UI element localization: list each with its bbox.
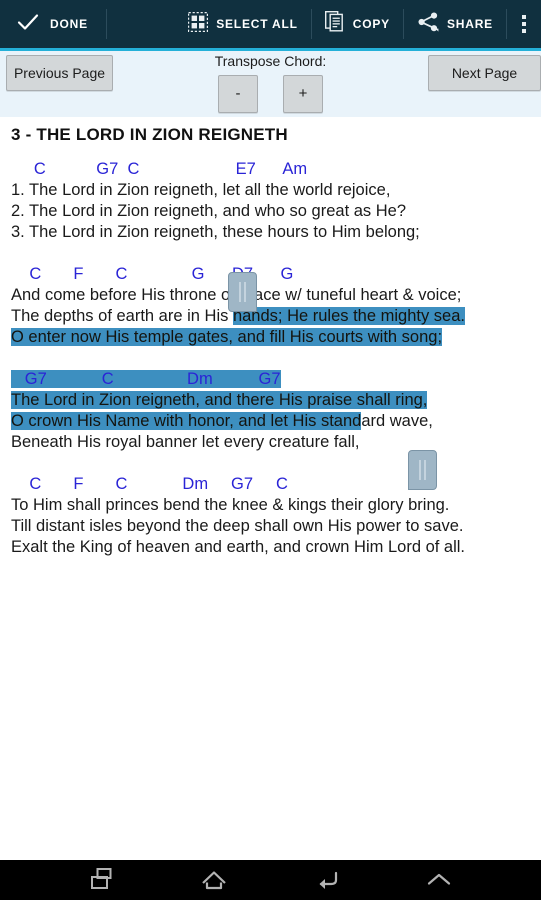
selected-text: G7 C Dm G7 xyxy=(11,370,281,388)
lyric-line[interactable]: 3. The Lord in Zion reigneth, these hour… xyxy=(0,222,541,243)
action-bar-divider xyxy=(105,9,107,39)
transpose-toolbar: Previous Page Transpose Chord: - + Next … xyxy=(0,51,541,117)
song-block: C F C Dm G7 C To Him shall princes bend t… xyxy=(0,474,541,558)
transpose-up-button[interactable]: + xyxy=(283,75,323,113)
copy-icon xyxy=(324,10,345,37)
page-title: 3 - THE LORD IN ZION REIGNETH xyxy=(11,125,288,144)
chord-line[interactable]: C F C G D7 G xyxy=(0,264,541,285)
overflow-menu-icon[interactable] xyxy=(507,0,541,48)
lyric-line[interactable]: 2. The Lord in Zion reigneth, and who so… xyxy=(0,201,541,222)
text: To Him shall princes bend the knee & kin… xyxy=(11,496,450,514)
text: 2. The Lord in Zion reigneth, and who so… xyxy=(11,202,407,220)
chord-line[interactable]: G7 C Dm G7 xyxy=(0,369,541,390)
share-button[interactable]: SHARE xyxy=(404,0,506,48)
lyric-line[interactable]: To Him shall princes bend the knee & kin… xyxy=(0,495,541,516)
recent-apps-icon[interactable] xyxy=(73,860,131,900)
home-icon[interactable] xyxy=(185,860,243,900)
select-all-label: SELECT ALL xyxy=(216,17,298,31)
song-block: G7 C Dm G7 The Lord in Zion reigneth, and… xyxy=(0,369,541,453)
share-label: SHARE xyxy=(446,17,493,31)
lyric-line[interactable]: Till distant isles beyond the deep shall… xyxy=(0,516,541,537)
done-label: DONE xyxy=(50,17,88,31)
copy-button[interactable]: COPY xyxy=(312,0,403,48)
song-block: C G7 C E7 Am 1. The Lord in Zion reigneth… xyxy=(0,159,541,243)
text: Exalt the King of heaven and earth, and … xyxy=(11,538,466,556)
text: The depths of earth are in His xyxy=(11,307,233,325)
text: C G7 C E7 Am xyxy=(11,160,308,178)
lyric-line[interactable]: And come before His throne of grace w/ t… xyxy=(0,285,541,306)
app-screen: DONE SELECT ALL COPY SHARE Previous Page… xyxy=(0,0,541,900)
handle-grip-icon xyxy=(238,282,247,302)
done-button[interactable]: DONE xyxy=(0,0,106,48)
text: C F C Dm G7 C xyxy=(11,475,288,493)
handle-grip-icon xyxy=(418,460,427,480)
overflow-dot xyxy=(522,22,526,26)
text: 1. The Lord in Zion reigneth, let all th… xyxy=(11,181,391,199)
selected-text: hands; He rules the mighty sea. xyxy=(232,307,465,325)
chord-line[interactable]: C F C Dm G7 C xyxy=(0,474,541,495)
text: Till distant isles beyond the deep shall… xyxy=(11,517,464,535)
next-page-button[interactable]: Next Page xyxy=(428,55,541,91)
lyric-line[interactable]: O crown His Name with honor, and let His… xyxy=(0,411,541,432)
text: 3. The Lord in Zion reigneth, these hour… xyxy=(11,223,420,241)
lyric-line[interactable]: The Lord in Zion reigneth, and there His… xyxy=(0,390,541,411)
selected-text: The Lord in Zion reigneth, and there His… xyxy=(11,391,428,409)
overflow-dot xyxy=(522,15,526,19)
select-all-button[interactable]: SELECT ALL xyxy=(175,0,311,48)
contextual-action-bar: DONE SELECT ALL COPY SHARE xyxy=(0,0,541,48)
hide-navigation-icon[interactable] xyxy=(410,860,468,900)
lyric-line[interactable]: Beneath His royal banner let every creat… xyxy=(0,432,541,453)
selected-text: O enter now His temple gates, and fill H… xyxy=(11,328,443,346)
text: Beneath His royal banner let every creat… xyxy=(11,433,360,451)
lyric-line[interactable]: O enter now His temple gates, and fill H… xyxy=(0,327,541,348)
transpose-down-button[interactable]: - xyxy=(218,75,258,113)
system-navigation-bar xyxy=(0,860,541,900)
back-icon[interactable] xyxy=(298,860,356,900)
overflow-dot xyxy=(522,29,526,33)
selection-end-handle[interactable] xyxy=(408,450,437,490)
lyric-line[interactable]: Exalt the King of heaven and earth, and … xyxy=(0,537,541,558)
song-blocks: C G7 C E7 Am 1. The Lord in Zion reigneth… xyxy=(0,159,541,558)
copy-label: COPY xyxy=(352,17,390,31)
lyric-line[interactable]: The depths of earth are in His hands; He… xyxy=(0,306,541,327)
select-all-icon xyxy=(188,11,209,37)
song-block: C F C G D7 GAnd come before His throne o… xyxy=(0,264,541,348)
lyric-line[interactable]: 1. The Lord in Zion reigneth, let all th… xyxy=(0,180,541,201)
check-icon xyxy=(17,11,39,38)
song-content-area[interactable]: 3 - THE LORD IN ZION REIGNETH C G7 C E7 … xyxy=(0,117,541,860)
selected-text: O crown His Name with honor, and let His… xyxy=(11,412,362,430)
share-icon xyxy=(417,11,439,38)
selection-start-handle[interactable] xyxy=(228,272,257,312)
text: ard wave, xyxy=(361,412,433,430)
chord-line[interactable]: C G7 C E7 Am xyxy=(0,159,541,180)
